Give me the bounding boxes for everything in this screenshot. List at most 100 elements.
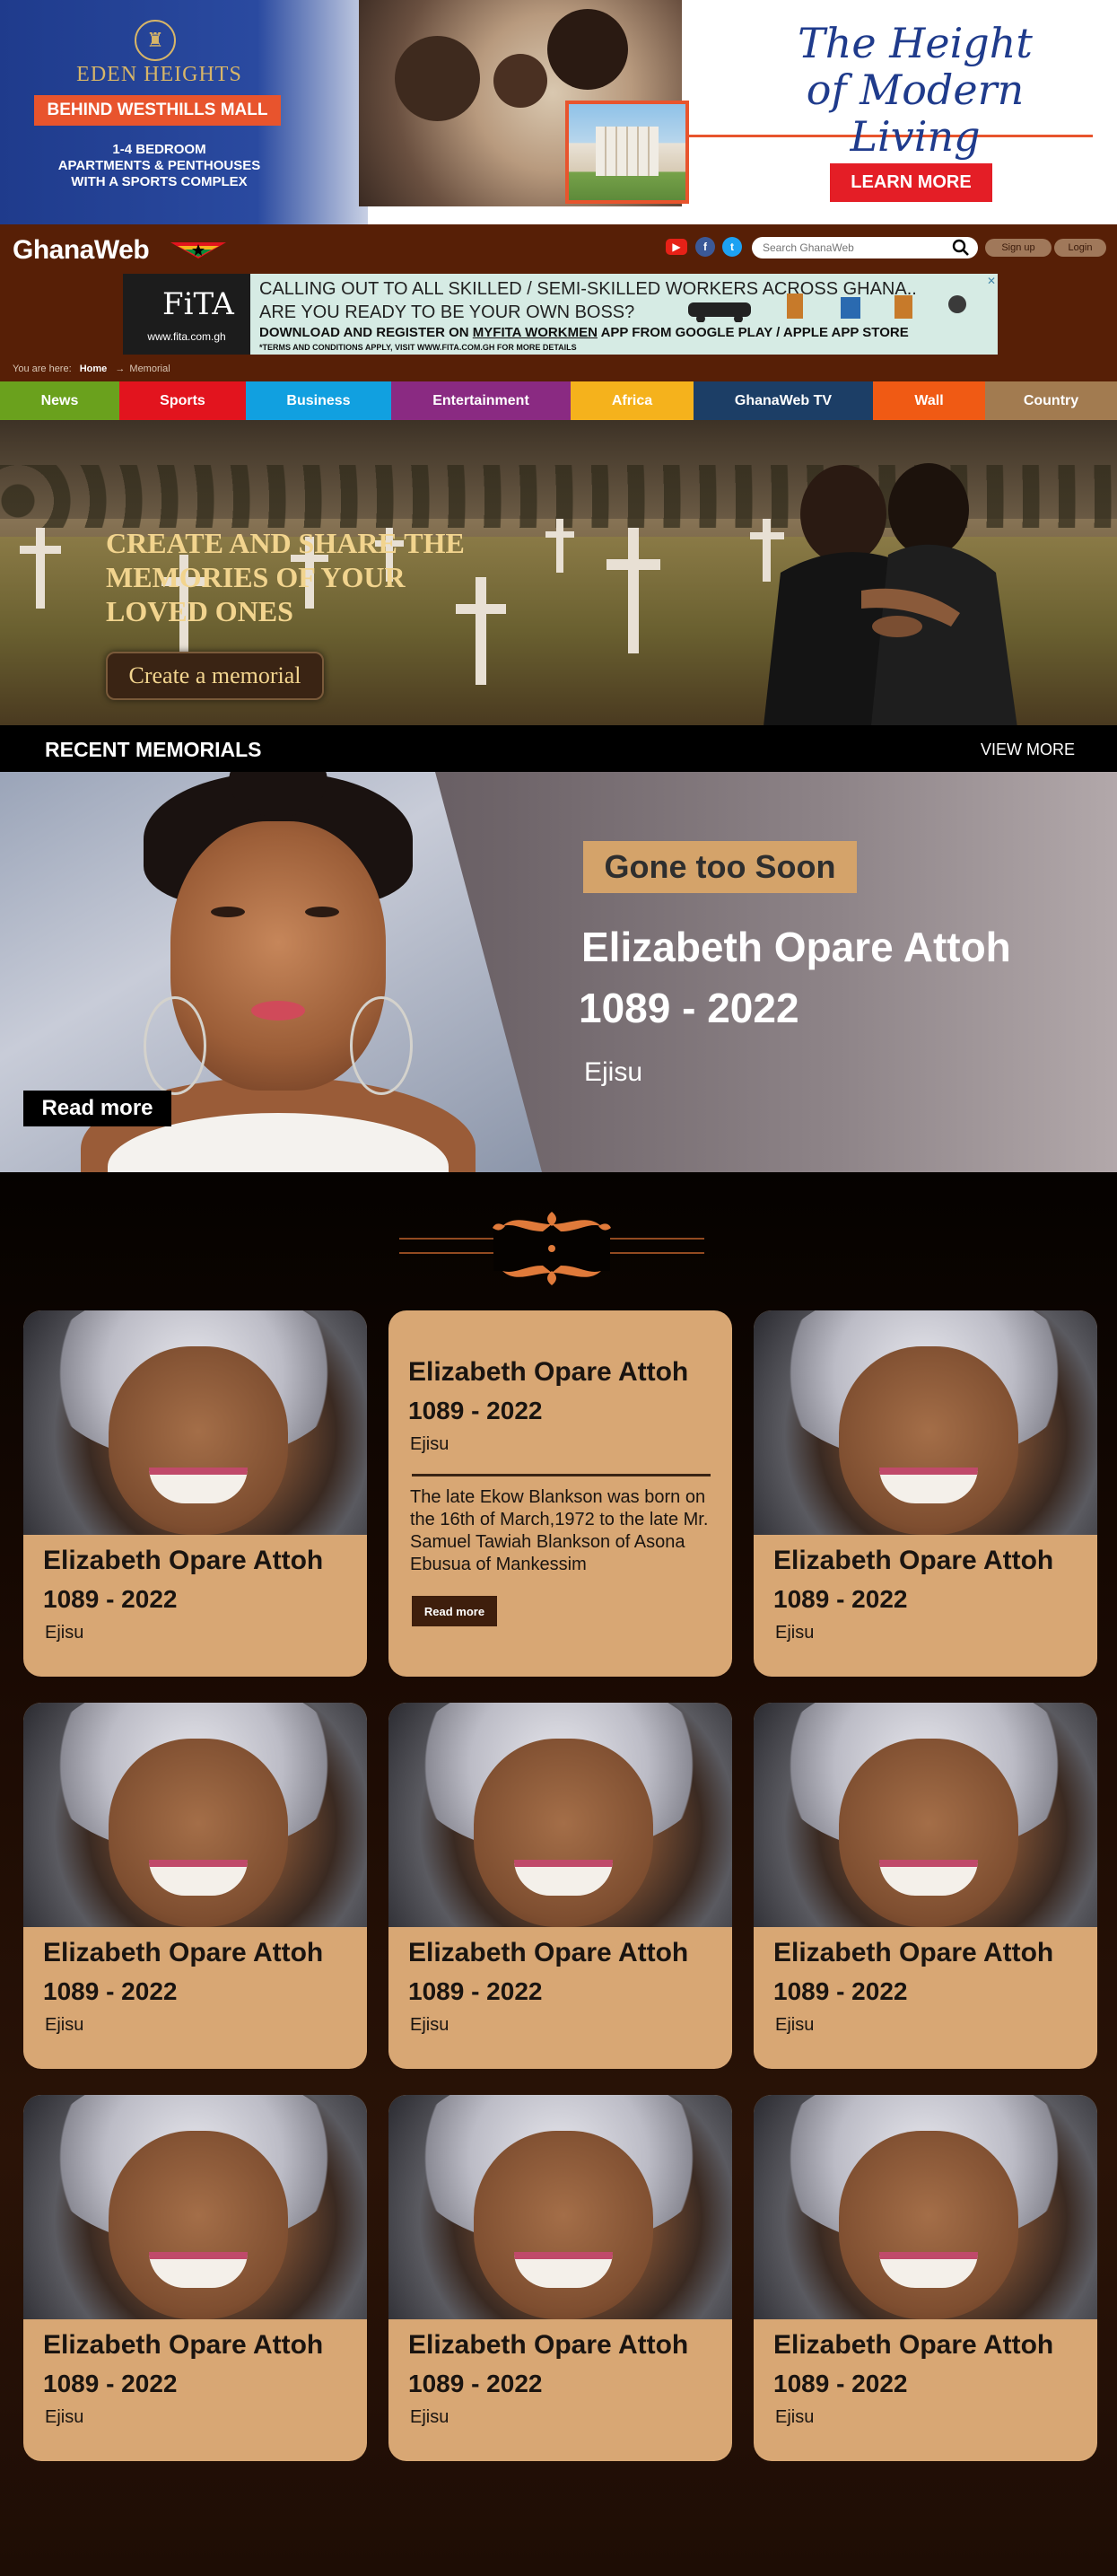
memorial-card[interactable]: Elizabeth Opare Attoh 1089 - 2022 Ejisu [388,2095,732,2461]
memorial-card-name: Elizabeth Opare Attoh [773,1546,1054,1575]
memorial-card-name: Elizabeth Opare Attoh [43,1938,324,1967]
memorial-card-place: Ejisu [775,2407,815,2427]
fita-terms: *TERMS AND CONDITIONS APPLY, VISIT WWW.F… [259,343,577,352]
memorial-card-name: Elizabeth Opare Attoh [408,1357,689,1387]
hero-title-line: LOVED ONES [106,595,293,627]
memorial-card[interactable]: Elizabeth Opare Attoh 1089 - 2022 Ejisu [23,2095,367,2461]
ad-brand: EDEN HEIGHTS [76,63,242,86]
memorial-card-years: 1089 - 2022 [43,2370,178,2397]
fita-ad-banner[interactable]: FiTA www.fita.com.gh CALLING OUT TO ALL … [123,274,998,355]
facebook-icon[interactable]: f [695,237,715,257]
memorial-card-name: Elizabeth Opare Attoh [773,1938,1054,1967]
ad-desc-line: WITH A SPORTS COMPLEX [71,174,248,189]
top-ad-banner[interactable]: ♜ EDEN HEIGHTS BEHIND WESTHILLS MALL 1-4… [0,0,1117,224]
memorial-card-expanded[interactable]: Elizabeth Opare Attoh 1089 - 2022 Ejisu … [388,1310,732,1677]
ad-desc-line: 1-4 BEDROOM [112,142,206,157]
view-more-link[interactable]: VIEW MORE [981,740,1075,759]
memorial-card-place: Ejisu [410,2015,449,2035]
memorial-card[interactable]: Elizabeth Opare Attoh 1089 - 2022 Ejisu [754,2095,1097,2461]
memorial-card-years: 1089 - 2022 [408,2370,543,2397]
breadcrumb-home[interactable]: Home [80,364,108,374]
ad-left-panel: ♜ EDEN HEIGHTS BEHIND WESTHILLS MALL 1-4… [0,0,368,224]
nav-item-entertainment[interactable]: Entertainment [391,381,571,420]
breadcrumb-separator: → [115,364,126,374]
search-input[interactable] [752,237,978,258]
memorial-card-place: Ejisu [45,2407,84,2427]
memorial-card[interactable]: Elizabeth Opare Attoh 1089 - 2022 Ejisu [754,1703,1097,2069]
memorial-card-photo [754,2095,1097,2319]
hero-title: CREATE AND SHARE THE MEMORIES OF YOUR LO… [106,526,528,628]
nav-item-business[interactable]: Business [246,381,391,420]
eden-heights-logo-icon: ♜ [135,20,176,61]
learn-more-button[interactable]: LEARN MORE [830,163,992,202]
ornamental-divider-icon [399,1212,704,1285]
twitter-icon[interactable]: t [722,237,742,257]
ad-tagline-line: of Modern Living [806,66,1025,161]
memorial-card-photo [23,1310,367,1535]
fita-line-3a: DOWNLOAD AND REGISTER ON [259,325,469,340]
memorial-card-name: Elizabeth Opare Attoh [43,2330,324,2360]
featured-read-more-button[interactable]: Read more [23,1091,171,1126]
fita-line-2: ARE YOU READY TO BE YOUR OWN BOSS? [259,302,635,322]
memorial-card[interactable]: Elizabeth Opare Attoh 1089 - 2022 Ejisu [23,1310,367,1677]
memorial-card-years: 1089 - 2022 [773,1585,908,1613]
memorial-card-place: Ejisu [45,1623,84,1643]
memorial-hero: CREATE AND SHARE THE MEMORIES OF YOUR LO… [0,420,1117,725]
memorial-card-years: 1089 - 2022 [43,1585,178,1613]
memorial-card-years: 1089 - 2022 [408,1397,543,1424]
memorial-card-photo [23,1703,367,1927]
breadcrumb-label: You are here: [13,364,72,374]
fita-tools-icon [688,294,966,322]
nav-item-news[interactable]: News [0,381,119,420]
featured-place: Ejisu [584,1057,643,1087]
ad-close-icon[interactable]: ✕ [987,275,996,287]
memorial-card-name: Elizabeth Opare Attoh [43,1546,324,1575]
ghanaweb-logo[interactable]: GhanaWeb [13,235,150,266]
memorial-card[interactable]: Elizabeth Opare Attoh 1089 - 2022 Ejisu [23,1703,367,2069]
fita-logo: FiTA www.fita.com.gh [123,274,250,355]
memorial-card-name: Elizabeth Opare Attoh [408,1938,689,1967]
search-icon[interactable] [951,238,971,258]
hero-title-line: MEMORIES OF YOUR [106,561,406,593]
memorial-card-place: Ejisu [410,2407,449,2427]
recent-memorials-bar: RECENT MEMORIALS VIEW MORE [0,725,1117,772]
ad-tagline: The Height of Modern Living [736,20,1095,160]
memorial-card-years: 1089 - 2022 [43,1977,178,2005]
breadcrumb-current: Memorial [129,364,170,374]
signup-button[interactable]: Sign up [985,239,1052,257]
ghana-flag-star-icon [170,242,226,258]
featured-name: Elizabeth Opare Attoh [581,924,1011,970]
create-memorial-button[interactable]: Create a memorial [106,652,324,700]
mourners-hugging-photo [764,463,1017,725]
memorial-card-description: The late Ekow Blankson was born on the 1… [410,1487,709,1574]
login-button[interactable]: Login [1054,239,1106,257]
featured-years: 1089 - 2022 [579,985,799,1031]
memorial-card-photo [388,2095,732,2319]
featured-tag: Gone too Soon [583,841,857,893]
memorial-card-photo [754,1310,1097,1535]
memorial-card[interactable]: Elizabeth Opare Attoh 1089 - 2022 Ejisu [754,1310,1097,1677]
nav-item-ghanaweb-tv[interactable]: GhanaWeb TV [694,381,873,420]
recent-memorials-title: RECENT MEMORIALS [45,738,262,761]
breadcrumb: You are here: Home → Memorial [13,364,170,374]
hero-title-line: CREATE AND SHARE THE [106,527,465,559]
nav-item-wall[interactable]: Wall [873,381,985,420]
featured-memorial: Read more Gone too Soon Elizabeth Opare … [0,772,1117,1172]
nav-item-country[interactable]: Country [985,381,1117,420]
memorial-card-read-more-button[interactable]: Read more [412,1596,497,1626]
memorial-card-divider [412,1474,711,1476]
memorial-card-name: Elizabeth Opare Attoh [408,2330,689,2360]
memorials-grid-section: Elizabeth Opare Attoh 1089 - 2022 Ejisu … [0,1172,1117,2576]
memorial-card-photo [23,2095,367,2319]
memorial-card[interactable]: Elizabeth Opare Attoh 1089 - 2022 Ejisu [388,1703,732,2069]
nav-item-sports[interactable]: Sports [119,381,246,420]
memorial-card-years: 1089 - 2022 [408,1977,543,2005]
fita-line-3c: APP FROM GOOGLE PLAY / APPLE APP STORE [600,325,909,340]
memorial-card-years: 1089 - 2022 [773,2370,908,2397]
nav-item-africa[interactable]: Africa [571,381,694,420]
youtube-icon[interactable]: ▶ [666,239,687,255]
fita-app-link[interactable]: MYFITA WORKMEN [473,325,598,340]
memorial-card-photo [754,1703,1097,1927]
ad-tagline-line: The Height [798,19,1033,67]
memorial-card-place: Ejisu [410,1434,449,1454]
